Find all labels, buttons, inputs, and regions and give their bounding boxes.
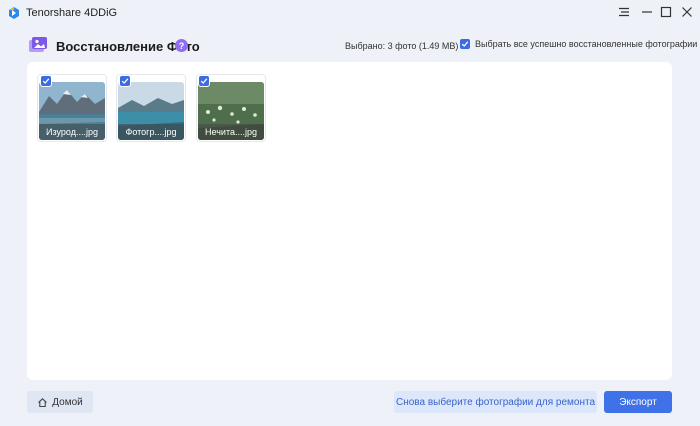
home-button-label: Домой [52, 396, 83, 408]
photo-caption: Изурод....jpg [39, 124, 105, 140]
app-title: Tenorshare 4DDiG [26, 7, 118, 19]
close-icon [682, 7, 692, 17]
photo-thumbnail[interactable]: Нечита....jpg [198, 82, 264, 140]
checkbox-checked-icon [42, 78, 50, 84]
reselect-photos-button[interactable]: Снова выберите фотографии для ремонта [394, 391, 597, 413]
help-icon[interactable]: ? [175, 39, 188, 52]
hamburger-menu-icon [619, 7, 629, 17]
home-icon [38, 397, 48, 407]
photo-checkbox[interactable] [120, 76, 130, 86]
maximize-icon [660, 6, 672, 18]
photo-checkbox[interactable] [199, 76, 209, 86]
photo-recovery-icon [29, 37, 47, 52]
photo-checkbox[interactable] [41, 76, 51, 86]
checkbox-checked-icon [460, 39, 470, 49]
selected-count: Выбрано: 3 фото (1.49 MB) [345, 41, 459, 51]
photo-thumbnail[interactable]: Изурод....jpg [39, 82, 105, 140]
select-all-checkbox[interactable]: Выбрать все успешно восстановленные фото… [460, 39, 697, 49]
photo-thumbnail[interactable]: Фотогр....jpg [118, 82, 184, 140]
select-all-label: Выбрать все успешно восстановленные фото… [475, 39, 698, 49]
export-button[interactable]: Экспорт [604, 391, 672, 413]
export-button-label: Экспорт [619, 396, 657, 408]
tenorshare-logo-icon [9, 7, 19, 19]
photo-caption: Нечита....jpg [198, 124, 264, 140]
checkbox-checked-icon [121, 78, 129, 84]
close-button[interactable] [677, 3, 697, 21]
reselect-button-label: Снова выберите фотографии для ремонта [396, 396, 595, 408]
minimize-button[interactable] [637, 3, 657, 21]
maximize-button[interactable] [656, 3, 676, 21]
photo-caption: Фотогр....jpg [118, 124, 184, 140]
title-bar: Tenorshare 4DDiG [0, 0, 700, 26]
home-button[interactable]: Домой [27, 391, 93, 413]
checkbox-checked-icon [200, 78, 208, 84]
menu-button[interactable] [614, 3, 634, 21]
minimize-icon [642, 11, 652, 13]
